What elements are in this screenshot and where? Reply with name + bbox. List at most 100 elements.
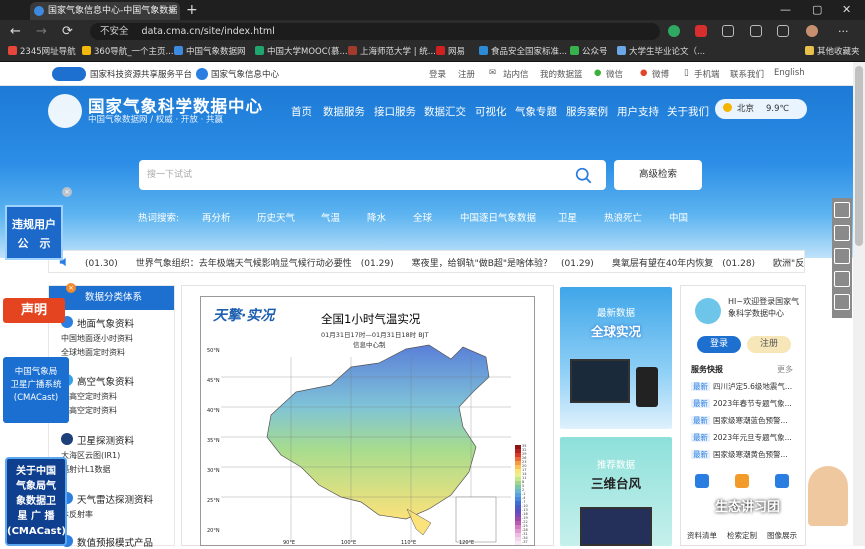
nav-data-submission[interactable]: 数据汇交 [424, 104, 466, 119]
pdf-extension-icon[interactable] [695, 25, 707, 37]
close-window-button[interactable]: ✕ [842, 0, 851, 20]
hot-word[interactable]: 中国 [669, 210, 688, 224]
login-button[interactable]: 登录 [697, 336, 741, 353]
category-subitem[interactable]: 辐射计L1数据 [61, 464, 111, 475]
register-link[interactable]: 注册 [458, 68, 475, 80]
wechat-link[interactable]: 微信 [606, 68, 623, 80]
nav-api-service[interactable]: 接口服务 [374, 104, 416, 119]
temperature-map[interactable]: 天擎·实况 全国1小时气温实况 01月31日17时—01月31日18时 BJT … [200, 296, 535, 546]
platform-name[interactable]: 国家科技资源共享服务平台 [90, 68, 192, 80]
nav-data-service[interactable]: 数据服务 [323, 104, 365, 119]
maximize-button[interactable]: ▢ [812, 0, 822, 20]
nav-topics[interactable]: 气象专题 [515, 104, 557, 119]
messages-link[interactable]: 站内信 [503, 68, 529, 80]
category-subitem[interactable]: 全球地面定时资料 [61, 347, 125, 358]
reload-button[interactable]: ⟳ [62, 23, 73, 40]
minimize-button[interactable]: — [780, 0, 791, 20]
advanced-search-button[interactable]: 高级检索 [614, 160, 702, 190]
more-link[interactable]: 更多 [777, 364, 793, 375]
mobile-link[interactable]: 手机端 [694, 68, 720, 80]
bulletin-item[interactable]: 最新 2023年春节专题气象... [691, 398, 803, 409]
hot-word[interactable]: 再分析 [202, 210, 231, 224]
center-name[interactable]: 国家气象信息中心 [211, 68, 279, 80]
cmacast-badge[interactable]: 中国气象局 卫星广播系统 (CMACast) [3, 357, 69, 423]
bookmark-item[interactable]: 网易 [436, 46, 465, 59]
news-ticker[interactable]: (01.30) 世界气象组织：去年极端天气候影响显气候行动必要性 (01.29)… [48, 250, 805, 273]
temperature-map-card[interactable]: 天擎·实况 全国1小时气温实况 01月31日17时—01月31日18时 BJT … [181, 285, 554, 546]
split-screen-icon[interactable] [750, 25, 762, 37]
category-subitem[interactable]: 中国地面逐小时资料 [61, 333, 133, 344]
category-close-icon[interactable]: × [66, 283, 76, 293]
login-link[interactable]: 登录 [429, 68, 446, 80]
forward-button[interactable]: → [36, 23, 47, 40]
quick-link-data-list[interactable]: 资料清单 [687, 530, 717, 541]
quick-link-images[interactable]: 图像展示 [767, 530, 797, 541]
heart-icon[interactable] [834, 248, 850, 264]
bulletin-item[interactable]: 最新 国家级寒潮黄色预警... [691, 449, 803, 460]
hot-word[interactable]: 卫星 [558, 210, 577, 224]
address-bar[interactable]: 不安全 data.cma.cn/site/index.html [90, 23, 660, 40]
cmacast-broadcast-badge[interactable]: 关于中国 气象局气 象数据卫 星 广 播 (CMACast) [5, 457, 67, 546]
other-bookmarks-folder[interactable]: 其他收藏夹 [805, 46, 860, 59]
site-logo-icon[interactable] [48, 94, 82, 128]
violation-notice-badge[interactable]: 违规用户 公 示 [5, 205, 63, 260]
user-icon[interactable] [834, 294, 850, 310]
nav-cases[interactable]: 服务案例 [566, 104, 608, 119]
custom-retrieval-icon[interactable] [735, 474, 749, 488]
bookmark-item[interactable]: 360导航_一个主页... [82, 46, 174, 59]
search-input[interactable]: 搜一下试试 [139, 160, 606, 190]
weibo-link[interactable]: 微博 [652, 68, 669, 80]
bulletin-item[interactable]: 最新 国家级寒潮蓝色预警... [691, 415, 803, 426]
recommended-data-card[interactable]: 推荐数据 三维台风 [560, 437, 672, 546]
category-surface[interactable]: 地面气象资料 [77, 316, 134, 330]
new-tab-button[interactable]: + [186, 0, 198, 20]
nav-support[interactable]: 用户支持 [617, 104, 659, 119]
page-scrollbar[interactable] [853, 62, 865, 546]
hot-word[interactable]: 热浪死亡 [604, 210, 642, 224]
category-upper-air[interactable]: 高空气象资料 [77, 374, 134, 388]
quick-link-retrieval[interactable]: 检索定制 [727, 530, 757, 541]
image-display-icon[interactable] [775, 474, 789, 488]
contact-link[interactable]: 联系我们 [730, 68, 764, 80]
more-menu-icon[interactable]: ··· [838, 23, 849, 40]
category-subitem[interactable]: 国高空定时资料 [61, 391, 117, 402]
data-basket-link[interactable]: 我的数据篮 [540, 68, 583, 80]
bookmark-item[interactable]: 大学生毕业论文（... [617, 46, 705, 59]
cart-icon[interactable] [834, 225, 850, 241]
bookmark-item[interactable]: 上海师范大学 | 统... [348, 46, 436, 59]
ticker-text[interactable]: (01.30) 世界气象组织：去年极端天气候影响显气候行动必要性 (01.29)… [85, 256, 804, 269]
hot-word[interactable]: 降水 [367, 210, 386, 224]
bulletin-item[interactable]: 最新 四川泸定5.6级地震气... [691, 381, 803, 392]
browser-tab-active[interactable]: 国家气象信息中心-中国气象数据 × [30, 2, 180, 20]
search-icon[interactable] [575, 167, 592, 184]
category-radar[interactable]: 天气雷达探测资料 [77, 492, 153, 506]
weather-widget[interactable]: 北京 9.9℃ [715, 99, 807, 119]
bookmark-item[interactable]: 中国大学MOOC(慕... [255, 46, 348, 59]
hot-word[interactable]: 中国逐日气象数据 [460, 210, 536, 224]
nav-about[interactable]: 关于我们 [667, 104, 709, 119]
hot-word[interactable]: 历史天气 [257, 210, 295, 224]
favorites-icon[interactable] [777, 25, 789, 37]
category-nwp[interactable]: 数值预报模式产品 [77, 535, 153, 549]
flag-icon[interactable] [834, 271, 850, 287]
english-link[interactable]: English [774, 68, 805, 78]
category-subitem[interactable]: 国高空定时资料 [61, 405, 117, 416]
category-subitem[interactable]: 大海区云图(IR1) [61, 450, 120, 461]
profile-avatar[interactable] [806, 25, 818, 37]
badge-close-icon[interactable]: × [62, 187, 72, 197]
bookmark-item[interactable]: 2345网址导航 [8, 46, 76, 59]
global-observation-card[interactable]: 最新数据 全球实况 [560, 287, 672, 429]
bookmark-item[interactable]: 中国气象数据网 [174, 46, 246, 59]
bookmark-item[interactable]: 公众号 [570, 46, 608, 59]
category-satellite[interactable]: 卫星探测资料 [77, 433, 134, 447]
nav-home[interactable]: 首页 [291, 104, 312, 119]
register-button[interactable]: 注册 [747, 336, 791, 353]
scrollbar-thumb[interactable] [855, 66, 863, 246]
bulletin-item[interactable]: 最新 2023年元旦专题气象... [691, 432, 803, 443]
data-list-icon[interactable] [695, 474, 709, 488]
tab-close-icon[interactable]: × [168, 2, 176, 20]
nav-visualization[interactable]: 可视化 [475, 104, 507, 119]
security-warning-label[interactable]: 不安全 [100, 26, 129, 37]
document-icon[interactable] [834, 202, 850, 218]
bookmark-item[interactable]: 食品安全国家标准... [479, 46, 567, 59]
